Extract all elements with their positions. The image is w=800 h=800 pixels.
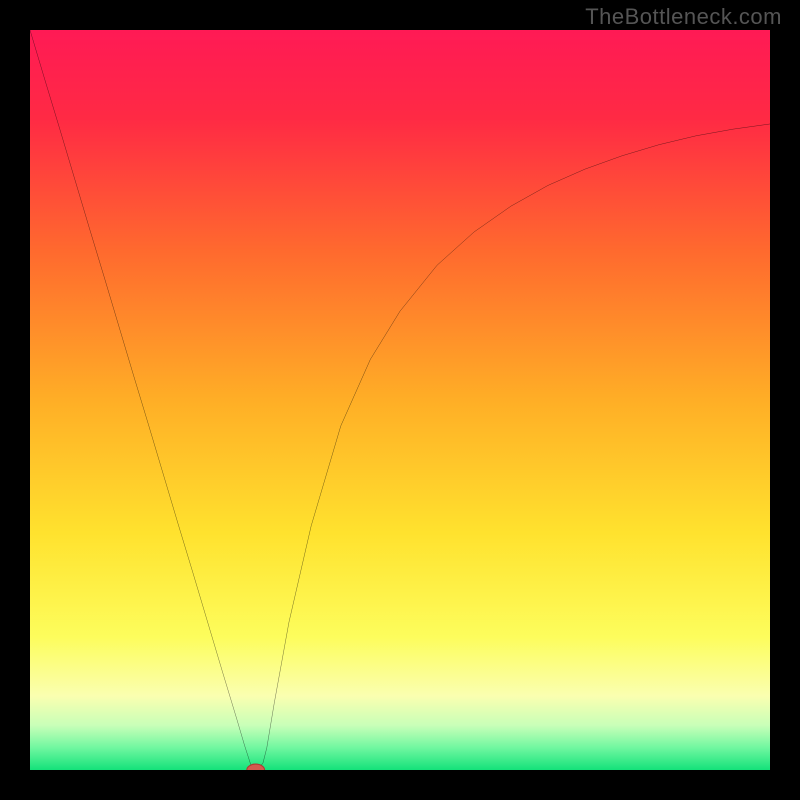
watermark-text: TheBottleneck.com (585, 4, 782, 30)
chart-svg (30, 30, 770, 770)
plot-area (30, 30, 770, 770)
chart-frame: TheBottleneck.com (0, 0, 800, 800)
